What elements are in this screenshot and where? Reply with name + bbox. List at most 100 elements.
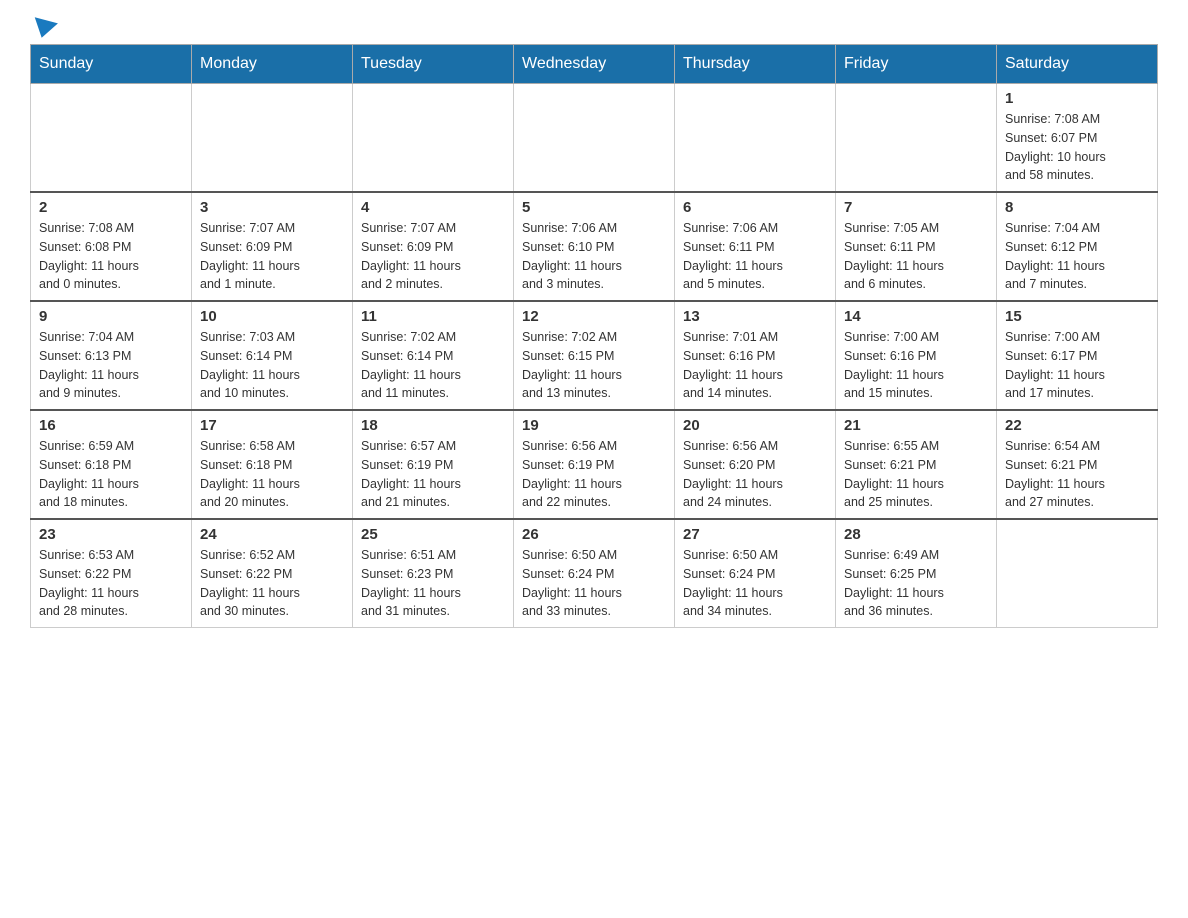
day-number: 13 [683,308,827,325]
day-info: Sunrise: 7:07 AMSunset: 6:09 PMDaylight:… [361,219,505,294]
day-number: 17 [200,417,344,434]
calendar-cell: 19 Sunrise: 6:56 AMSunset: 6:19 PMDayligh… [514,410,675,519]
day-number: 20 [683,417,827,434]
week-row-1: 1 Sunrise: 7:08 AMSunset: 6:07 PMDaylight… [31,84,1158,193]
day-info: Sunrise: 6:52 AMSunset: 6:22 PMDaylight:… [200,546,344,621]
day-info: Sunrise: 7:00 AMSunset: 6:17 PMDaylight:… [1005,328,1149,403]
header-sunday: Sunday [31,45,192,84]
calendar-cell [31,84,192,193]
calendar-cell: 21Sunrise: 6:55 AMSunset: 6:21 PMDayligh… [836,410,997,519]
day-info: Sunrise: 6:54 AMSunset: 6:21 PMDaylight:… [1005,437,1149,512]
calendar-cell: 15 Sunrise: 7:00 AMSunset: 6:17 PMDayligh… [997,301,1158,410]
header-tuesday: Tuesday [353,45,514,84]
day-number: 1 [1005,90,1149,107]
day-info: Sunrise: 7:00 AMSunset: 6:16 PMDaylight:… [844,328,988,403]
calendar-cell: 18 Sunrise: 6:57 AMSunset: 6:19 PMDayligh… [353,410,514,519]
calendar-cell: 28Sunrise: 6:49 AMSunset: 6:25 PMDayligh… [836,519,997,628]
day-number: 27 [683,526,827,543]
header-wednesday: Wednesday [514,45,675,84]
day-number: 16 [39,417,183,434]
day-info: Sunrise: 7:03 AMSunset: 6:14 PMDaylight:… [200,328,344,403]
day-info: Sunrise: 6:55 AMSunset: 6:21 PMDaylight:… [844,437,988,512]
calendar-cell: 23 Sunrise: 6:53 AMSunset: 6:22 PMDayligh… [31,519,192,628]
calendar-cell [192,84,353,193]
day-info: Sunrise: 7:02 AMSunset: 6:14 PMDaylight:… [361,328,505,403]
calendar-cell: 5 Sunrise: 7:06 AMSunset: 6:10 PMDaylight… [514,192,675,301]
calendar-cell [514,84,675,193]
day-info: Sunrise: 7:07 AMSunset: 6:09 PMDaylight:… [200,219,344,294]
day-info: Sunrise: 7:08 AMSunset: 6:08 PMDaylight:… [39,219,183,294]
calendar-cell: 20 Sunrise: 6:56 AMSunset: 6:20 PMDayligh… [675,410,836,519]
calendar-cell [675,84,836,193]
calendar-cell: 8 Sunrise: 7:04 AMSunset: 6:12 PMDaylight… [997,192,1158,301]
calendar-cell: 10 Sunrise: 7:03 AMSunset: 6:14 PMDayligh… [192,301,353,410]
day-info: Sunrise: 6:53 AMSunset: 6:22 PMDaylight:… [39,546,183,621]
calendar-cell: 7 Sunrise: 7:05 AMSunset: 6:11 PMDaylight… [836,192,997,301]
calendar-cell: 1 Sunrise: 7:08 AMSunset: 6:07 PMDaylight… [997,84,1158,193]
calendar-table: Sunday Monday Tuesday Wednesday Thursday… [30,44,1158,628]
day-info: Sunrise: 6:50 AMSunset: 6:24 PMDaylight:… [683,546,827,621]
day-number: 12 [522,308,666,325]
calendar-cell: 13 Sunrise: 7:01 AMSunset: 6:16 PMDayligh… [675,301,836,410]
day-number: 2 [39,199,183,216]
day-number: 19 [522,417,666,434]
week-row-2: 2 Sunrise: 7:08 AMSunset: 6:08 PMDaylight… [31,192,1158,301]
calendar-cell: 24 Sunrise: 6:52 AMSunset: 6:22 PMDayligh… [192,519,353,628]
day-number: 25 [361,526,505,543]
logo [30,20,58,34]
calendar-cell: 16 Sunrise: 6:59 AMSunset: 6:18 PMDayligh… [31,410,192,519]
calendar-cell: 27 Sunrise: 6:50 AMSunset: 6:24 PMDayligh… [675,519,836,628]
calendar-cell: 12 Sunrise: 7:02 AMSunset: 6:15 PMDayligh… [514,301,675,410]
day-number: 15 [1005,308,1149,325]
day-info: Sunrise: 7:01 AMSunset: 6:16 PMDaylight:… [683,328,827,403]
week-row-3: 9 Sunrise: 7:04 AMSunset: 6:13 PMDaylight… [31,301,1158,410]
day-info: Sunrise: 6:50 AMSunset: 6:24 PMDaylight:… [522,546,666,621]
calendar-cell: 26 Sunrise: 6:50 AMSunset: 6:24 PMDayligh… [514,519,675,628]
day-number: 28 [844,526,988,543]
day-number: 22 [1005,417,1149,434]
day-info: Sunrise: 7:06 AMSunset: 6:10 PMDaylight:… [522,219,666,294]
calendar-cell: 3 Sunrise: 7:07 AMSunset: 6:09 PMDaylight… [192,192,353,301]
day-number: 5 [522,199,666,216]
weekday-header-row: Sunday Monday Tuesday Wednesday Thursday… [31,45,1158,84]
header-monday: Monday [192,45,353,84]
day-info: Sunrise: 7:04 AMSunset: 6:13 PMDaylight:… [39,328,183,403]
week-row-5: 23 Sunrise: 6:53 AMSunset: 6:22 PMDayligh… [31,519,1158,628]
day-info: Sunrise: 7:08 AMSunset: 6:07 PMDaylight:… [1005,110,1149,185]
calendar-cell [997,519,1158,628]
day-info: Sunrise: 6:56 AMSunset: 6:19 PMDaylight:… [522,437,666,512]
header-friday: Friday [836,45,997,84]
day-info: Sunrise: 6:51 AMSunset: 6:23 PMDaylight:… [361,546,505,621]
day-number: 26 [522,526,666,543]
day-info: Sunrise: 7:05 AMSunset: 6:11 PMDaylight:… [844,219,988,294]
day-number: 9 [39,308,183,325]
day-info: Sunrise: 7:06 AMSunset: 6:11 PMDaylight:… [683,219,827,294]
day-info: Sunrise: 6:58 AMSunset: 6:18 PMDaylight:… [200,437,344,512]
calendar-cell: 6 Sunrise: 7:06 AMSunset: 6:11 PMDaylight… [675,192,836,301]
logo-triangle-icon [30,17,58,41]
week-row-4: 16 Sunrise: 6:59 AMSunset: 6:18 PMDayligh… [31,410,1158,519]
day-number: 14 [844,308,988,325]
calendar-cell [353,84,514,193]
day-info: Sunrise: 7:04 AMSunset: 6:12 PMDaylight:… [1005,219,1149,294]
calendar-cell: 17 Sunrise: 6:58 AMSunset: 6:18 PMDayligh… [192,410,353,519]
day-number: 3 [200,199,344,216]
calendar-cell: 4 Sunrise: 7:07 AMSunset: 6:09 PMDaylight… [353,192,514,301]
day-number: 4 [361,199,505,216]
calendar-cell: 14 Sunrise: 7:00 AMSunset: 6:16 PMDayligh… [836,301,997,410]
day-number: 8 [1005,199,1149,216]
day-number: 23 [39,526,183,543]
day-number: 18 [361,417,505,434]
day-info: Sunrise: 6:59 AMSunset: 6:18 PMDaylight:… [39,437,183,512]
day-info: Sunrise: 7:02 AMSunset: 6:15 PMDaylight:… [522,328,666,403]
day-number: 24 [200,526,344,543]
day-info: Sunrise: 6:57 AMSunset: 6:19 PMDaylight:… [361,437,505,512]
calendar-cell: 2 Sunrise: 7:08 AMSunset: 6:08 PMDaylight… [31,192,192,301]
calendar-cell: 22 Sunrise: 6:54 AMSunset: 6:21 PMDayligh… [997,410,1158,519]
calendar-cell: 25 Sunrise: 6:51 AMSunset: 6:23 PMDayligh… [353,519,514,628]
day-number: 10 [200,308,344,325]
page-header [30,20,1158,34]
day-info: Sunrise: 6:56 AMSunset: 6:20 PMDaylight:… [683,437,827,512]
day-number: 6 [683,199,827,216]
day-number: 7 [844,199,988,216]
